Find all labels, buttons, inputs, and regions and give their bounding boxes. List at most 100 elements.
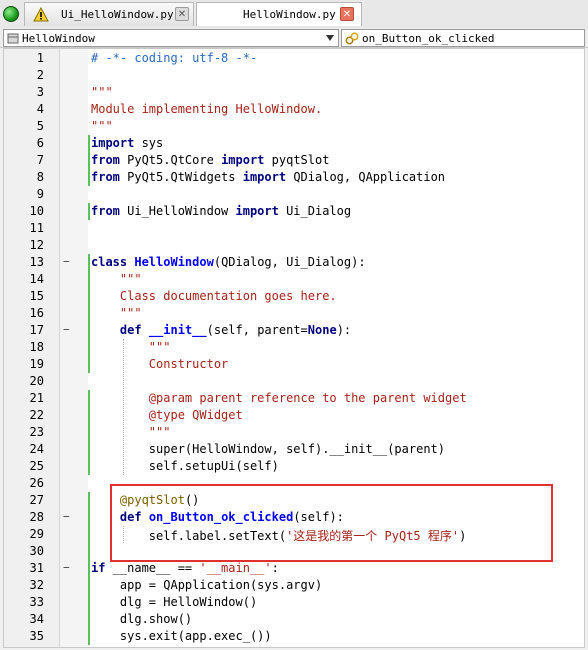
line-number: 18 bbox=[29, 340, 44, 354]
code-line[interactable]: 3 """ bbox=[4, 84, 584, 101]
code-line[interactable]: 18 """ bbox=[4, 339, 584, 356]
code-text: def __init__(self, parent=None): bbox=[119, 323, 352, 337]
fold-toggle-icon[interactable]: − bbox=[63, 323, 70, 336]
tab-ui-hellowindow[interactable]: Ui_HelloWindow.py ✕ bbox=[24, 2, 194, 26]
code-line[interactable]: 17 − def __init__(self, parent=None): bbox=[4, 322, 584, 339]
code-line[interactable]: 16 """ bbox=[4, 305, 584, 322]
line-number: 5 bbox=[36, 119, 44, 133]
code-line[interactable]: 33 dlg = HelloWindow() bbox=[4, 594, 584, 611]
code-line[interactable]: 13 − class HelloWindow(QDialog, Ui_Dialog)… bbox=[4, 254, 584, 271]
code-text: """ bbox=[91, 85, 113, 99]
code-line[interactable]: 34 dlg.show() bbox=[4, 611, 584, 628]
method-icon bbox=[345, 32, 359, 45]
code-line[interactable]: 24 super(HelloWindow, self).__init__(par… bbox=[4, 441, 584, 458]
change-marker bbox=[88, 169, 90, 186]
line-number: 19 bbox=[29, 357, 44, 371]
tab-hellowindow[interactable]: HelloWindow.py ✕ bbox=[196, 2, 362, 26]
line-number: 29 bbox=[29, 527, 44, 541]
change-marker bbox=[88, 305, 90, 322]
code-line[interactable]: 7 from PyQt5.QtCore import pyqtSlot bbox=[4, 152, 584, 169]
change-marker bbox=[88, 441, 90, 458]
line-number: 20 bbox=[29, 374, 44, 388]
fold-toggle-icon[interactable]: − bbox=[63, 561, 70, 574]
tab-bar: Ui_HelloWindow.py ✕ HelloWindow.py ✕ bbox=[0, 0, 588, 28]
code-line[interactable]: 10 from Ui_HelloWindow import Ui_Dialog bbox=[4, 203, 584, 220]
code-line[interactable]: 5 """ bbox=[4, 118, 584, 135]
code-text: sys.exit(app.exec_()) bbox=[91, 629, 272, 643]
code-text: self.setupUi(self) bbox=[91, 459, 279, 473]
code-text: from Ui_HelloWindow import Ui_Dialog bbox=[91, 204, 352, 218]
line-number: 8 bbox=[36, 170, 44, 184]
run-icon[interactable] bbox=[3, 6, 19, 22]
code-line[interactable]: 22 @type QWidget bbox=[4, 407, 584, 424]
close-icon[interactable]: ✕ bbox=[175, 7, 189, 21]
code-line[interactable]: 1 # -*- coding: utf-8 -*- bbox=[4, 50, 584, 67]
line-number: 1 bbox=[36, 51, 44, 65]
code-text: class HelloWindow(QDialog, Ui_Dialog): bbox=[91, 255, 366, 269]
code-text: dlg = HelloWindow() bbox=[91, 595, 258, 609]
fold-toggle-icon[interactable]: − bbox=[63, 510, 70, 523]
code-text: dlg.show() bbox=[91, 612, 193, 626]
code-line[interactable]: 14 """ bbox=[4, 271, 584, 288]
change-marker bbox=[88, 339, 90, 356]
line-number: 21 bbox=[29, 391, 44, 405]
code-text: if __name__ == '__main__': bbox=[91, 561, 279, 575]
code-text: """ bbox=[91, 119, 113, 133]
code-line[interactable]: 6 import sys bbox=[4, 135, 584, 152]
line-number: 14 bbox=[29, 272, 44, 286]
line-number: 6 bbox=[36, 136, 44, 150]
code-line[interactable]: 11 bbox=[4, 220, 584, 237]
line-number: 34 bbox=[29, 612, 44, 626]
change-marker bbox=[88, 322, 90, 339]
change-marker bbox=[88, 135, 90, 152]
code-text: """ bbox=[91, 340, 171, 354]
code-line[interactable]: 35 sys.exit(app.exec_()) bbox=[4, 628, 584, 645]
class-selector[interactable]: HelloWindow bbox=[3, 29, 339, 47]
change-marker bbox=[88, 390, 90, 407]
code-text: """ bbox=[91, 306, 142, 320]
code-editor[interactable]: 1 # -*- coding: utf-8 -*- 2 3 """ 4 Module imp… bbox=[3, 48, 585, 648]
code-line[interactable]: 20 bbox=[4, 373, 584, 390]
change-marker bbox=[88, 288, 90, 305]
warning-icon bbox=[33, 7, 49, 22]
code-line[interactable]: 25 self.setupUi(self) bbox=[4, 458, 584, 475]
change-marker bbox=[88, 458, 90, 475]
line-number: 28 bbox=[29, 510, 44, 524]
code-line[interactable]: 21 @param parent reference to the parent… bbox=[4, 390, 584, 407]
chevron-down-icon[interactable] bbox=[326, 35, 334, 41]
code-line[interactable]: 8 from PyQt5.QtWidgets import QDialog, QA… bbox=[4, 169, 584, 186]
fold-toggle-icon[interactable]: − bbox=[63, 255, 70, 268]
line-number: 25 bbox=[29, 459, 44, 473]
change-marker bbox=[88, 356, 90, 373]
line-number: 22 bbox=[29, 408, 44, 422]
line-number: 9 bbox=[36, 187, 44, 201]
code-line[interactable]: 19 Constructor bbox=[4, 356, 584, 373]
change-marker bbox=[88, 203, 90, 220]
line-number: 13 bbox=[29, 255, 44, 269]
code-line[interactable]: 4 Module implementing HelloWindow. bbox=[4, 101, 584, 118]
line-number: 3 bbox=[36, 85, 44, 99]
method-selector[interactable]: on_Button_ok_clicked bbox=[341, 29, 585, 47]
code-line[interactable]: 2 bbox=[4, 67, 584, 84]
code-line[interactable]: 15 Class documentation goes here. bbox=[4, 288, 584, 305]
code-text: Constructor bbox=[91, 357, 229, 371]
line-number: 11 bbox=[29, 221, 44, 235]
code-line[interactable]: 32 app = QApplication(sys.argv) bbox=[4, 577, 584, 594]
line-number: 10 bbox=[29, 204, 44, 218]
change-marker bbox=[88, 254, 90, 271]
code-line[interactable]: 12 bbox=[4, 237, 584, 254]
code-line[interactable]: 9 bbox=[4, 186, 584, 203]
tab-label: HelloWindow.py bbox=[243, 8, 336, 21]
change-marker bbox=[88, 424, 90, 441]
line-number: 27 bbox=[29, 493, 44, 507]
code-text: # -*- coding: utf-8 -*- bbox=[91, 51, 258, 65]
code-line[interactable]: 23 """ bbox=[4, 424, 584, 441]
code-text: Class documentation goes here. bbox=[91, 289, 337, 303]
line-number: 24 bbox=[29, 442, 44, 456]
close-icon[interactable]: ✕ bbox=[340, 7, 354, 21]
code-text: @type QWidget bbox=[91, 408, 243, 422]
line-number: 31 bbox=[29, 561, 44, 575]
line-number: 7 bbox=[36, 153, 44, 167]
change-marker bbox=[88, 611, 90, 628]
code-line[interactable]: 31 − if __name__ == '__main__': bbox=[4, 560, 584, 577]
